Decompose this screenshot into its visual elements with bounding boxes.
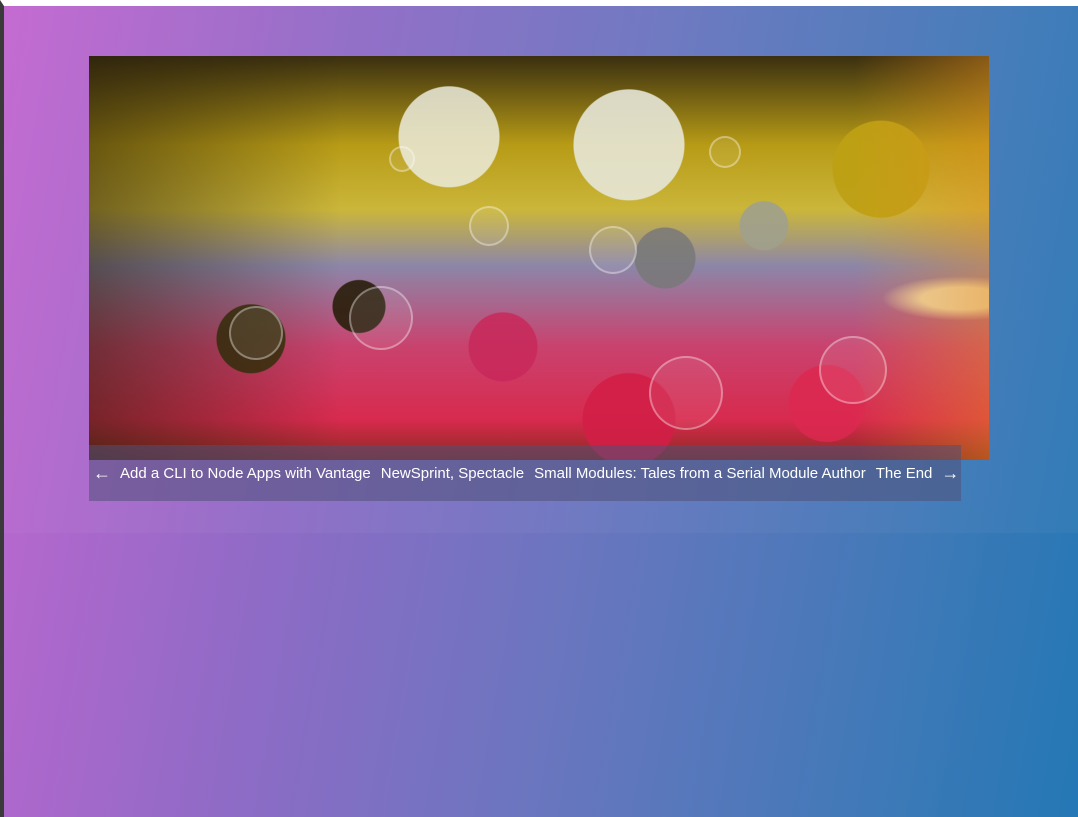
bubble-shape <box>709 136 741 168</box>
bubble-shape <box>469 206 509 246</box>
post-navigation-bar: ← Add a CLI to Node Apps with Vantage Ne… <box>89 445 961 501</box>
bubble-shape <box>349 286 413 350</box>
hero-image <box>89 56 989 460</box>
bubble-shape <box>589 226 637 274</box>
nav-link-newsprint[interactable]: NewSprint, Spectacle <box>376 465 529 482</box>
left-arrow-icon[interactable]: ← <box>89 464 115 482</box>
bubble-shape <box>229 306 283 360</box>
nav-link-the-end[interactable]: The End <box>871 465 938 482</box>
nav-link-small-modules[interactable]: Small Modules: Tales from a Serial Modul… <box>529 465 871 482</box>
bubble-shape <box>389 146 415 172</box>
bubble-shape <box>649 356 723 430</box>
right-arrow-icon[interactable]: → <box>937 464 963 482</box>
bubble-shape <box>819 336 887 404</box>
nav-link-add-cli[interactable]: Add a CLI to Node Apps with Vantage <box>115 465 376 482</box>
